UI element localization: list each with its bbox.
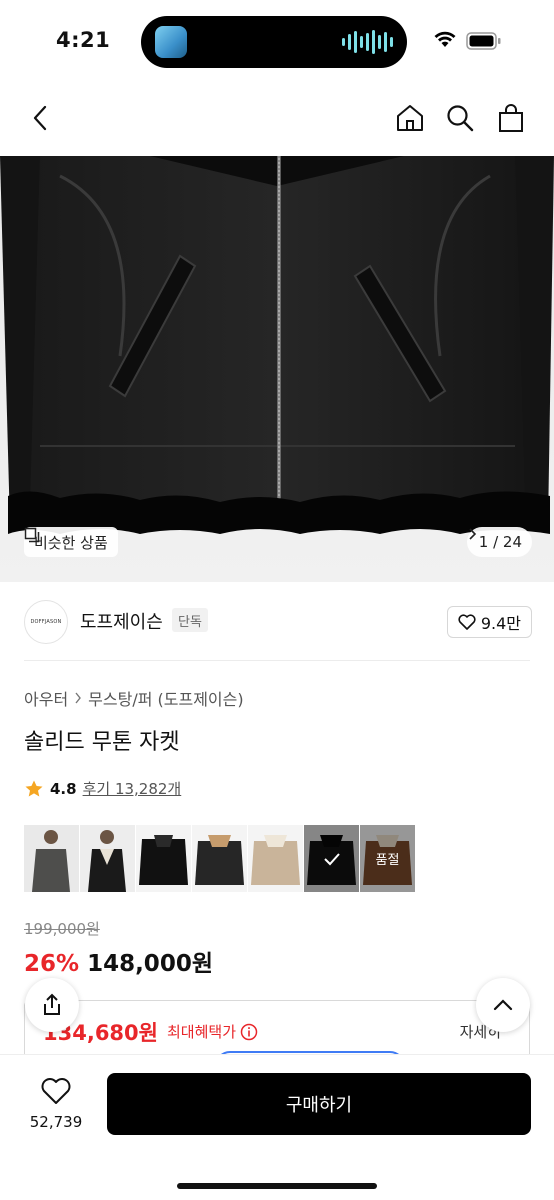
chevron-right-icon <box>75 692 82 704</box>
color-option-thumbnails: 품절 <box>24 825 415 892</box>
cart-button[interactable] <box>493 100 529 136</box>
rating-value: 4.8 <box>50 779 77 798</box>
chevron-right-icon <box>469 528 476 540</box>
color-option-thumb[interactable] <box>192 825 247 892</box>
chevron-left-icon <box>33 105 47 131</box>
similar-products-button[interactable]: 비슷한 상품 <box>24 527 118 557</box>
breadcrumb-item-subcategory[interactable]: 무스탕/퍼 (도프제이슨) <box>88 686 243 710</box>
jacket-image <box>0 156 554 534</box>
brand-row: DOFFJASON 도프제이슨 단독 9.4만 <box>24 598 532 646</box>
breadcrumb-item-category[interactable]: 아우터 <box>24 686 68 710</box>
color-option-thumb[interactable] <box>80 825 135 892</box>
search-icon <box>447 105 474 132</box>
audio-waveform-icon <box>342 30 393 54</box>
status-time: 4:21 <box>56 28 111 52</box>
image-page-indicator[interactable]: 1 / 24 <box>466 527 532 557</box>
search-button[interactable] <box>442 100 478 136</box>
soldout-label: 품절 <box>360 825 415 892</box>
chevron-up-icon <box>493 999 513 1011</box>
home-icon <box>397 105 423 131</box>
wishlist-button[interactable]: 52,739 <box>22 1077 90 1131</box>
similar-products-label: 비슷한 상품 <box>34 533 108 552</box>
heart-icon <box>41 1078 71 1104</box>
share-icon <box>44 993 60 1015</box>
share-button[interactable] <box>25 978 79 1032</box>
heart-icon <box>458 614 476 630</box>
top-navigation <box>0 96 554 148</box>
brand-like-button[interactable]: 9.4만 <box>446 606 532 638</box>
back-button[interactable] <box>22 100 58 136</box>
brand-logo-text: DOFFJASON <box>30 619 62 625</box>
home-button[interactable] <box>392 100 428 136</box>
now-playing-artwork <box>155 26 187 58</box>
checkmark-icon <box>323 852 340 865</box>
shopping-bag-icon <box>499 104 523 132</box>
benefit-label-text: 최대혜택가 <box>167 1023 237 1041</box>
buy-button[interactable]: 구매하기 <box>107 1073 531 1135</box>
divider <box>24 660 530 661</box>
scroll-top-button[interactable] <box>476 978 530 1032</box>
color-option-thumb-selected[interactable] <box>304 825 359 892</box>
color-option-thumb[interactable] <box>24 825 79 892</box>
brand-logo[interactable]: DOFFJASON <box>24 600 68 644</box>
breadcrumb: 아우터 무스탕/퍼 (도프제이슨) <box>24 686 244 710</box>
discount-rate: 26% <box>24 951 80 977</box>
original-price: 199,000원 <box>24 920 100 938</box>
color-option-thumb[interactable] <box>136 825 191 892</box>
rating-row: 4.8 후기 13,282개 <box>24 778 181 799</box>
battery-icon <box>466 32 501 50</box>
benefit-label: 최대혜택가 <box>167 1021 258 1042</box>
home-indicator <box>177 1183 377 1189</box>
info-icon[interactable] <box>240 1023 258 1041</box>
color-option-thumb[interactable] <box>248 825 303 892</box>
dynamic-island[interactable] <box>141 16 407 68</box>
status-bar: 4:21 <box>0 0 554 84</box>
product-image-carousel[interactable]: 비슷한 상품 1 / 24 <box>0 156 554 582</box>
wifi-icon <box>434 31 456 47</box>
price-row: 26% 148,000원 <box>24 944 213 978</box>
similar-items-icon <box>24 527 40 543</box>
product-title: 솔리드 무톤 자켓 <box>24 730 180 755</box>
color-option-thumb-soldout[interactable]: 품절 <box>360 825 415 892</box>
brand-like-count: 9.4만 <box>480 614 521 633</box>
wishlist-count: 52,739 <box>29 1113 83 1131</box>
max-benefit-box[interactable]: 134,680원 최대혜택가 자세히 <box>24 1000 530 1060</box>
bottom-action-bar: 52,739 구매하기 <box>0 1054 554 1200</box>
star-icon <box>25 780 43 796</box>
sale-price: 148,000원 <box>87 951 213 977</box>
image-page-text: 1 / 24 <box>478 533 522 551</box>
brand-name[interactable]: 도프제이슨 <box>80 608 163 634</box>
review-link[interactable]: 후기 13,282개 <box>83 778 182 799</box>
exclusive-badge: 단독 <box>172 608 208 632</box>
